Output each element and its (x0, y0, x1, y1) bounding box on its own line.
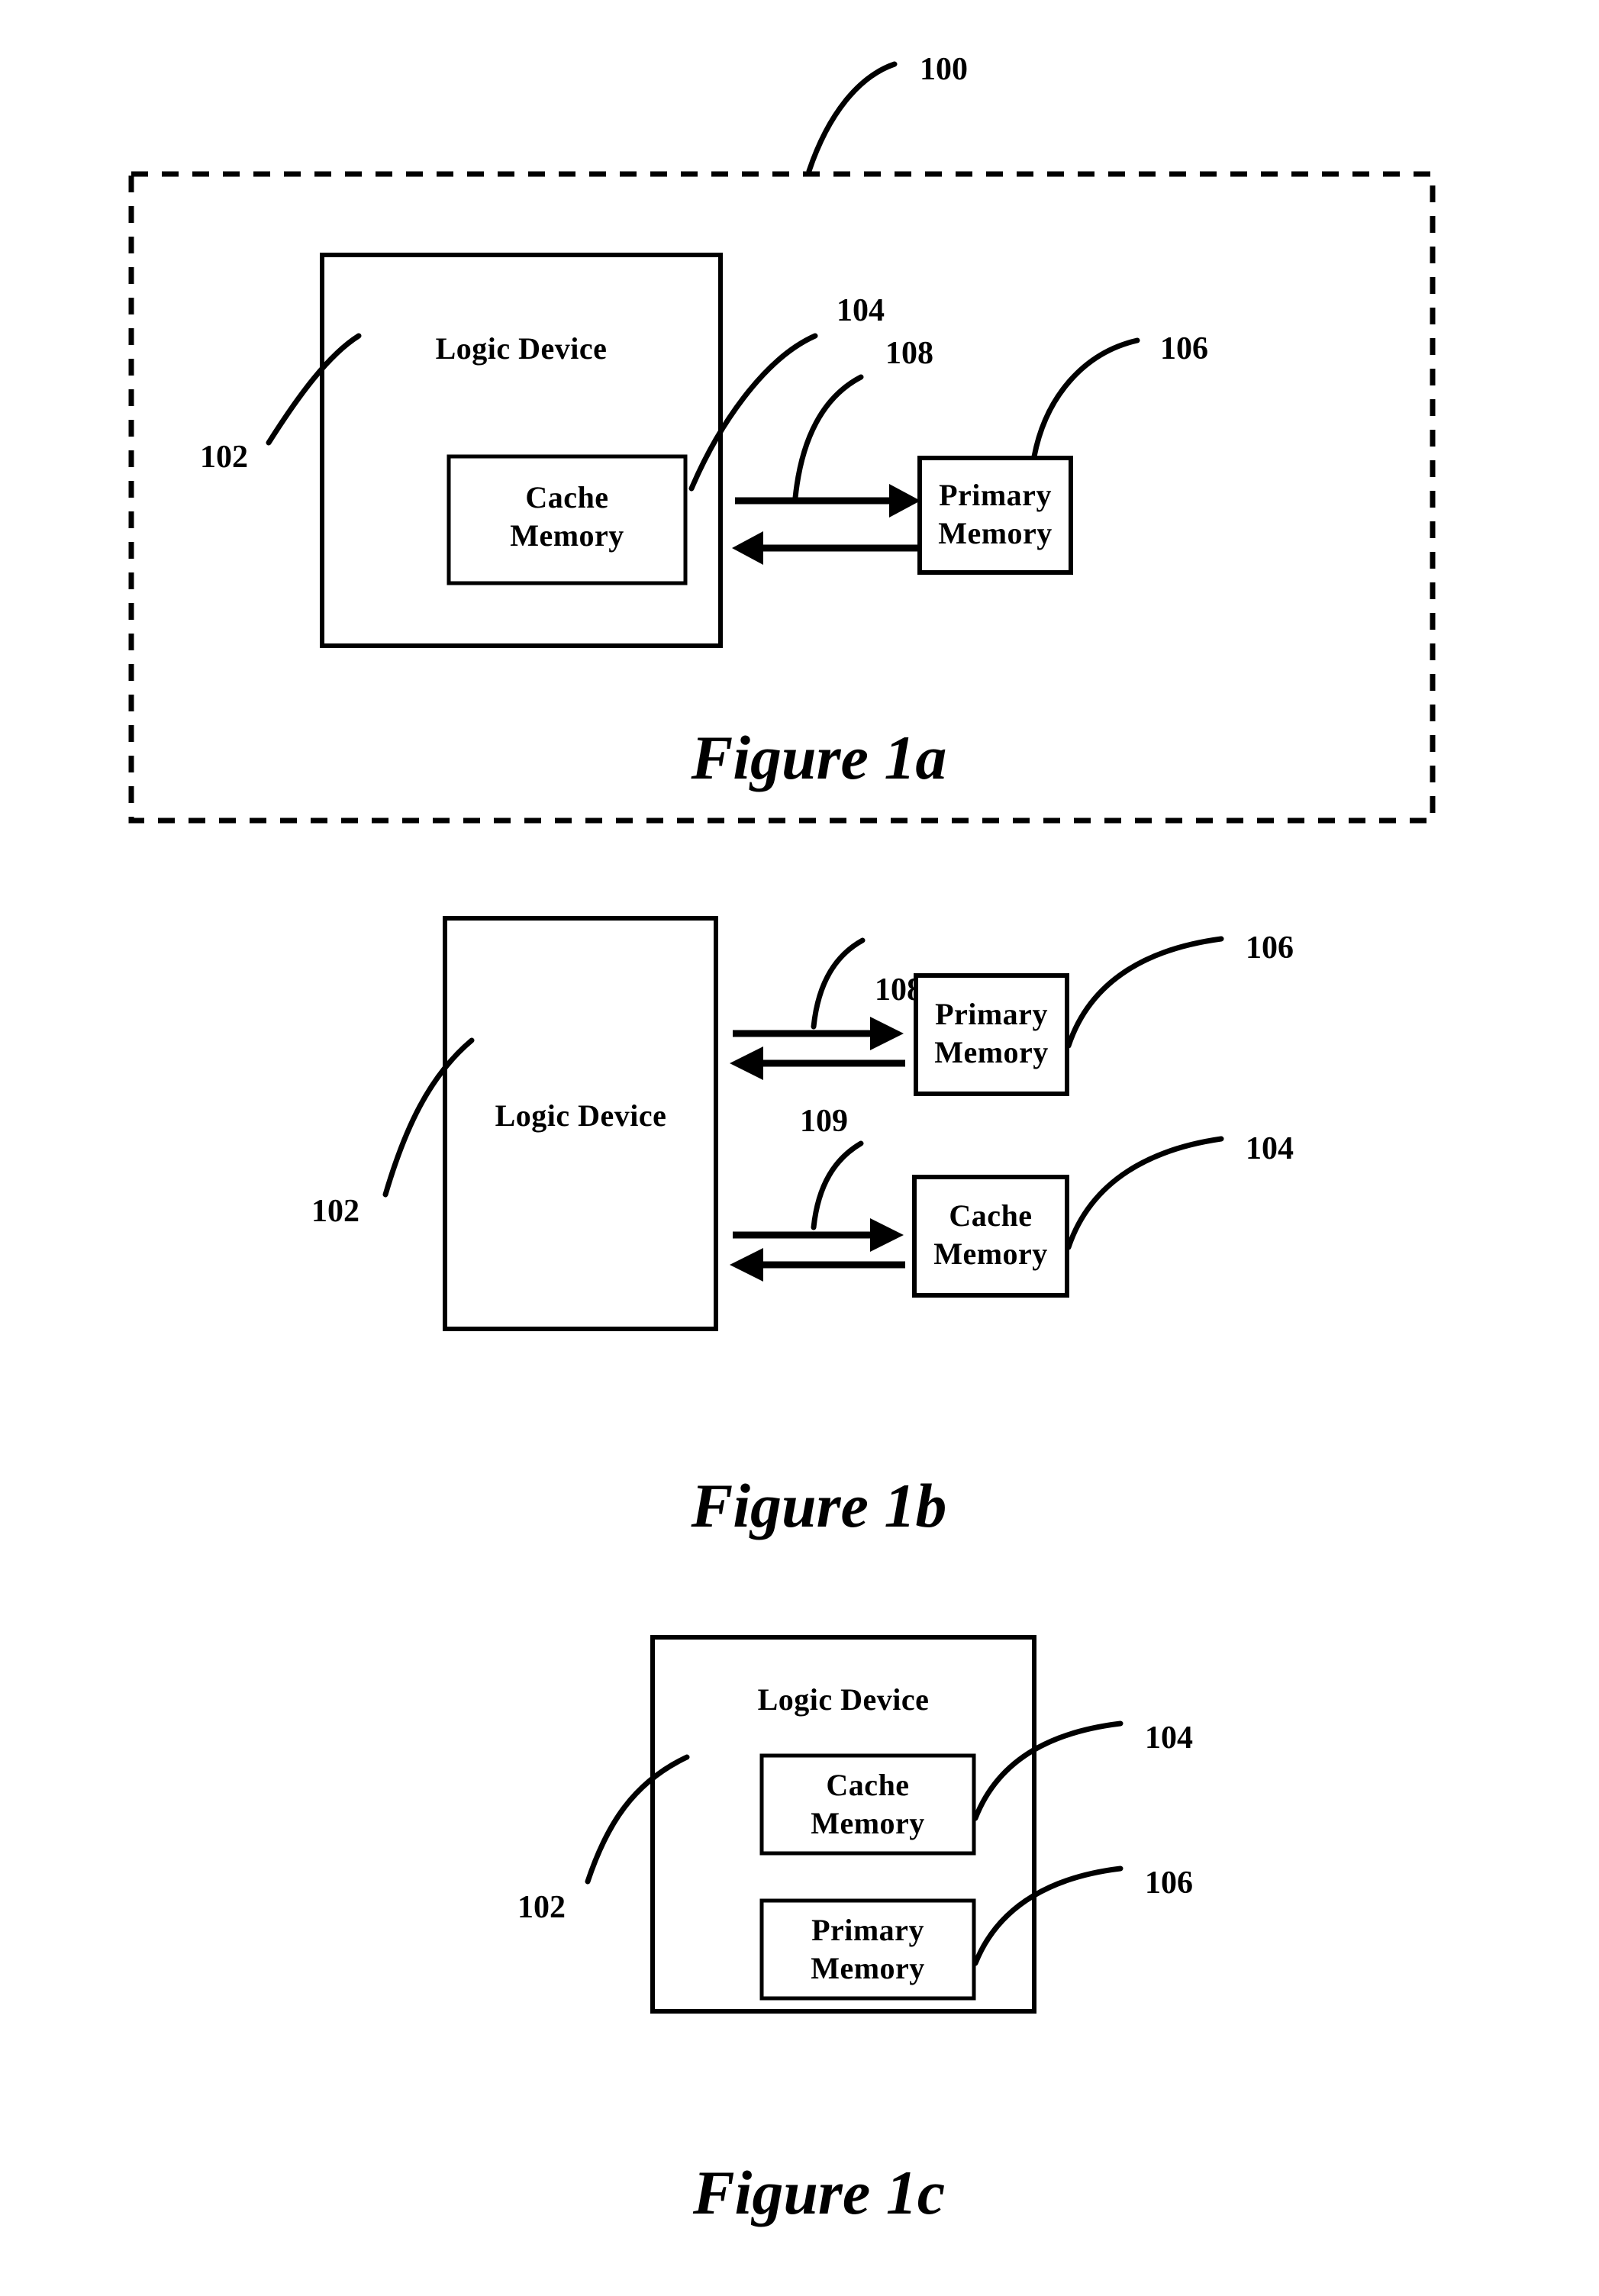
bus-108-forward-arrowhead-1b (870, 1017, 904, 1050)
leader-line-108-1a (792, 374, 864, 501)
ref-number-100: 100 (920, 52, 968, 87)
ref-number-102-1a: 102 (200, 440, 248, 475)
ref-number-104-1b: 104 (1246, 1131, 1294, 1166)
patent-drawing-sheet: 100 Logic Device 102 Cache Memory 104 10… (0, 0, 1599, 2296)
leader-line-106-1a (1031, 337, 1140, 460)
leader-line-104-1b (1065, 1136, 1224, 1250)
primary-memory-label-line1-1c: Primary (811, 1913, 924, 1947)
ref-number-104-1c: 104 (1145, 1720, 1193, 1756)
bus-109-reverse-arrowhead-1b (730, 1248, 763, 1282)
logic-device-label-1c: Logic Device (758, 1682, 930, 1717)
drawing-canvas: 100 Logic Device 102 Cache Memory 104 10… (128, 52, 1436, 2227)
leader-line-108-1b (811, 937, 866, 1030)
bus-108-forward-arrowhead-1a (889, 484, 920, 518)
figure-caption-1c: Figure 1c (692, 2158, 945, 2227)
leader-line-106-1b (1065, 936, 1224, 1049)
figure-caption-1a: Figure 1a (691, 723, 947, 792)
ref-number-108-1a: 108 (885, 336, 933, 371)
logic-device-box-1a (320, 253, 723, 648)
cache-memory-label-line1-1b: Cache (949, 1198, 1032, 1233)
ref-number-106-1b: 106 (1246, 930, 1294, 966)
bus-108-reverse-arrowhead-1a (732, 531, 763, 565)
leader-line-100 (806, 61, 898, 174)
bus-109-forward-arrowhead-1b (870, 1218, 904, 1252)
primary-memory-label-line2-1c: Memory (811, 1951, 925, 1985)
logic-device-label-1b: Logic Device (495, 1098, 667, 1133)
cache-memory-label-line2-1a: Memory (510, 518, 624, 553)
ref-number-109-1b: 109 (800, 1104, 848, 1139)
cache-memory-label-line2-1c: Memory (811, 1806, 925, 1840)
figure-1a-group: 100 Logic Device 102 Cache Memory 104 10… (128, 52, 1436, 824)
ref-number-102-1c: 102 (517, 1890, 566, 1925)
primary-memory-label-line1-1a: Primary (939, 478, 1052, 512)
cache-memory-label-line1-1c: Cache (826, 1768, 909, 1802)
figure-caption-1b: Figure 1b (691, 1471, 947, 1540)
bus-108-reverse-arrowhead-1b (730, 1046, 763, 1080)
ref-number-104-1a: 104 (837, 293, 885, 328)
primary-memory-label-line2-1a: Memory (938, 516, 1053, 550)
ref-number-106-1c: 106 (1145, 1866, 1193, 1901)
cache-memory-label-line2-1b: Memory (933, 1237, 1048, 1271)
figure-1c-group: Logic Device 102 Cache Memory 104 Primar… (517, 1635, 1193, 2227)
primary-memory-label-line2-1b: Memory (934, 1035, 1049, 1069)
primary-memory-label-line1-1b: Primary (935, 997, 1048, 1031)
cache-memory-label-line1-1a: Cache (525, 480, 608, 514)
primary-memory-box-1a (917, 456, 1073, 575)
ref-number-106-1a: 106 (1160, 331, 1208, 366)
figure-1b-group: Logic Device 102 108 Primary Memory 106 (311, 916, 1294, 1540)
leader-line-109-1b (811, 1140, 864, 1230)
logic-device-label-1a: Logic Device (436, 331, 608, 366)
ref-number-102-1b: 102 (311, 1194, 359, 1229)
